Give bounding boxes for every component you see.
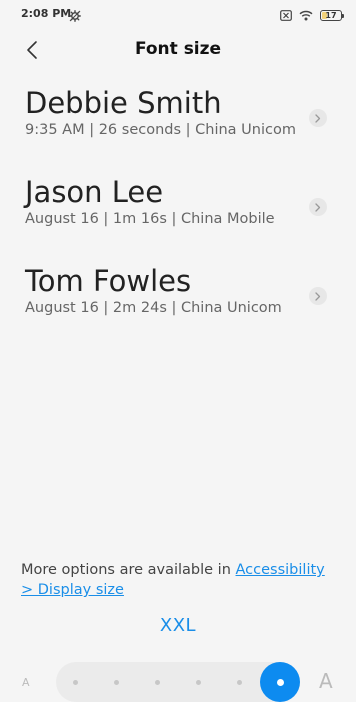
sim-x-icon — [280, 6, 292, 25]
large-text-indicator: A — [319, 669, 333, 693]
contact-name: Jason Lee — [25, 175, 164, 209]
battery-icon: 17 — [320, 10, 344, 21]
call-detail: 9:35 AM | 26 seconds | China Unicom — [25, 122, 296, 138]
chevron-right-icon — [315, 202, 321, 212]
contact-name: Debbie Smith — [25, 86, 222, 120]
status-time: 2:08 PM — [21, 7, 72, 20]
call-log-preview: Debbie Smith 9:35 AM | 26 seconds | Chin… — [0, 86, 356, 353]
title-bar: Font size — [0, 28, 356, 70]
slider-thumb[interactable] — [260, 662, 300, 702]
more-options-note: More options are available in Accessibil… — [21, 560, 341, 600]
page-title: Font size — [134, 39, 222, 59]
slider-step[interactable] — [237, 680, 242, 685]
call-detail: August 16 | 2m 24s | China Unicom — [25, 300, 282, 316]
status-icons: 17 — [280, 6, 344, 25]
slider-step[interactable] — [114, 680, 119, 685]
settings-icon — [69, 7, 81, 26]
call-log-item[interactable]: Tom Fowles August 16 | 2m 24s | China Un… — [0, 264, 356, 353]
status-bar: 2:08 PM 17 — [0, 0, 356, 28]
slider-step[interactable] — [196, 680, 201, 685]
call-log-item[interactable]: Debbie Smith 9:35 AM | 26 seconds | Chin… — [0, 86, 356, 175]
slider-step[interactable] — [73, 680, 78, 685]
battery-level: 17 — [325, 11, 337, 20]
contact-name: Tom Fowles — [25, 264, 192, 298]
small-text-indicator: A — [22, 676, 30, 689]
more-options-text: More options are available in — [21, 562, 236, 578]
details-button[interactable] — [309, 109, 327, 127]
font-size-slider[interactable] — [56, 662, 300, 702]
current-size-label: XXL — [159, 615, 197, 636]
call-log-item[interactable]: Jason Lee August 16 | 1m 16s | China Mob… — [0, 175, 356, 264]
call-detail: August 16 | 1m 16s | China Mobile — [25, 211, 275, 227]
slider-step[interactable] — [155, 680, 160, 685]
chevron-right-icon — [315, 113, 321, 123]
details-button[interactable] — [309, 287, 327, 305]
details-button[interactable] — [309, 198, 327, 216]
chevron-right-icon — [315, 291, 321, 301]
wifi-icon — [299, 6, 313, 25]
